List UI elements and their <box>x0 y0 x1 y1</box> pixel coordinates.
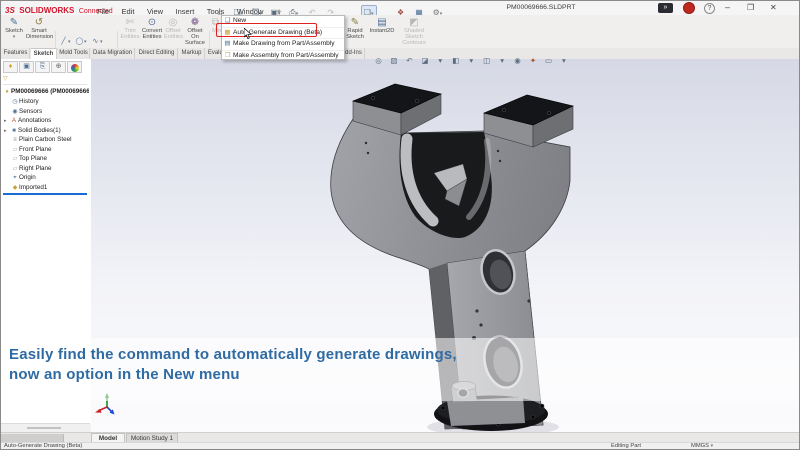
model-highlight <box>406 139 433 221</box>
instant2d-button[interactable]: ▤ Instant2D <box>369 17 395 34</box>
view-orientation-icon[interactable]: ◧ <box>450 55 461 66</box>
feature-tree-icon: ♦ <box>9 63 13 70</box>
document-title: PM00069666.SLDPRT <box>471 1 611 15</box>
tab-direct-editing[interactable]: Direct Editing <box>136 48 178 59</box>
hide-show-items-icon[interactable]: ◉ <box>512 55 523 66</box>
propertymanager-tab[interactable]: ▣ <box>19 61 34 73</box>
section-view-icon[interactable]: ◪ <box>419 55 430 66</box>
offset-on-surface-icon: ❁ <box>183 17 207 28</box>
view-settings-icon[interactable]: ▭ <box>543 55 554 66</box>
tab-mold-tools[interactable]: Mold Tools <box>58 48 90 59</box>
line-tool-icon[interactable]: ╱ <box>59 37 68 46</box>
tree-root[interactable]: ♦PM00069666 (PM00069666)<<Def <box>3 87 89 98</box>
3ds-logo-icon: 3S <box>5 6 15 15</box>
tab-data-migration[interactable]: Data Migration <box>91 48 135 59</box>
shaded-sketch-contours-icon: ◩ <box>399 17 429 28</box>
solidworks-window: 3S SOLIDWORKS Connected File Edit View I… <box>0 0 800 450</box>
model-left-flange <box>353 84 441 154</box>
menu-item-make-drawing[interactable]: ▤Make Drawing from Part/Assembly <box>222 39 344 51</box>
tree-filter[interactable]: ▽ <box>3 75 87 85</box>
featuremanager-tree-tab[interactable]: ♦ <box>3 61 18 73</box>
sketch-icon: ✎ <box>3 17 25 28</box>
new-document-icon: ❏ <box>222 16 233 27</box>
dimxpert-icon: ⊕ <box>56 63 62 70</box>
imported-feature-icon: ◆ <box>11 184 19 194</box>
rapid-sketch-icon: ✎ <box>344 17 366 28</box>
brand-name: SOLIDWORKS <box>19 6 74 15</box>
trim-entities-button: ✄ Trim Entities <box>120 17 140 40</box>
model-u-cavity <box>400 132 492 238</box>
close-icon[interactable]: ✕ <box>770 1 777 14</box>
part-icon: ♦ <box>3 88 11 98</box>
chevron-down-icon[interactable]: ▾ <box>435 55 446 66</box>
tab-markup[interactable]: Markup <box>179 48 205 59</box>
dimxpertmanager-tab[interactable]: ⊕ <box>51 61 66 73</box>
minimize-icon[interactable]: – <box>725 1 730 14</box>
caption-line-2: now an option in the New menu <box>9 365 457 385</box>
chevron-down-icon[interactable]: ▾ <box>497 55 508 66</box>
caption-text: Easily find the command to automatically… <box>9 345 457 384</box>
convert-entities-button[interactable]: ⊙ Convert Entities <box>141 17 163 40</box>
headsup-toolbar: ◎ ▧ ↶ ◪ ▾ ◧ ▾ ◫ ▾ ◉ ✦ ▭ ▾ <box>373 50 569 68</box>
restore-icon[interactable]: ❐ <box>747 1 754 14</box>
edit-appearance-icon[interactable]: ✦ <box>528 55 539 66</box>
chevron-down-icon[interactable]: ▾ <box>466 55 477 66</box>
auto-generate-drawing-icon: ▦ <box>222 28 233 39</box>
trim-entities-icon: ✄ <box>120 17 140 28</box>
smart-dimension-icon: ↺ <box>26 17 52 28</box>
tab-features[interactable]: Features <box>2 48 30 59</box>
property-manager-icon: ▣ <box>23 63 30 70</box>
user-avatar[interactable] <box>683 2 695 14</box>
sketch-button[interactable]: ✎ Sketch▾ <box>3 17 25 40</box>
whats-new-badge[interactable]: » <box>658 3 673 13</box>
make-drawing-icon: ▤ <box>222 39 233 50</box>
previous-view-icon[interactable]: ↶ <box>404 55 415 66</box>
display-manager-icon <box>71 64 79 72</box>
model-rib <box>434 164 467 191</box>
new-dropdown-menu: ❏New ▦Auto-Generate Drawing (Beta) ▤Make… <box>221 15 345 60</box>
model-upper-bore <box>477 247 519 297</box>
tree-item-imported1[interactable]: ◆Imported1 <box>11 183 89 194</box>
spline-tool-icon[interactable]: ∿ <box>91 37 100 46</box>
menu-item-auto-generate-drawing[interactable]: ▦Auto-Generate Drawing (Beta) <box>222 28 344 40</box>
shaded-sketch-contours-button: ◩ Shaded Sketch Contours <box>399 17 429 46</box>
menu-item-new[interactable]: ❏New <box>222 16 344 28</box>
instant2d-icon: ▤ <box>369 17 395 28</box>
rollback-bar[interactable] <box>3 193 87 195</box>
offset-on-surface-button[interactable]: ❁ Offset On Surface <box>183 17 207 46</box>
panel-hscrollbar[interactable] <box>1 423 90 432</box>
offset-entities-icon: ◎ <box>164 17 182 28</box>
offset-entities-button: ◎ Offset Entities <box>164 17 182 40</box>
configurationmanager-tab[interactable]: ⎘ <box>35 61 50 73</box>
model-column-foot <box>447 397 525 426</box>
menu-item-make-assembly[interactable]: ❒Make Assembly from Part/Assembly <box>222 51 344 62</box>
title-bar: 3S SOLIDWORKS Connected File Edit View I… <box>1 1 800 16</box>
model-right-flange <box>484 95 573 162</box>
help-icon[interactable]: ? <box>704 3 715 14</box>
make-assembly-icon: ❒ <box>222 51 233 62</box>
ribbon: ✎ Sketch▾ ↺ Smart Dimension ╱▾ ◯▾ ∿▾ ▣ ▭… <box>1 15 800 49</box>
displaymanager-tab[interactable] <box>67 61 82 73</box>
chevron-down-icon[interactable]: ▾ <box>558 55 569 66</box>
smart-dimension-button[interactable]: ↺ Smart Dimension <box>26 17 52 40</box>
circle-tool-icon[interactable]: ◯ <box>75 37 84 46</box>
configuration-manager-icon: ⎘ <box>40 63 46 70</box>
zoom-fit-icon[interactable]: ◎ <box>373 55 384 66</box>
rapid-sketch-button[interactable]: ✎ Rapid Sketch <box>344 17 366 40</box>
filter-icon: ▽ <box>3 76 8 82</box>
convert-entities-icon: ⊙ <box>141 17 163 28</box>
display-style-icon[interactable]: ◫ <box>481 55 492 66</box>
zoom-area-icon[interactable]: ▧ <box>388 55 399 66</box>
caption-line-1: Easily find the command to automatically… <box>9 345 457 365</box>
